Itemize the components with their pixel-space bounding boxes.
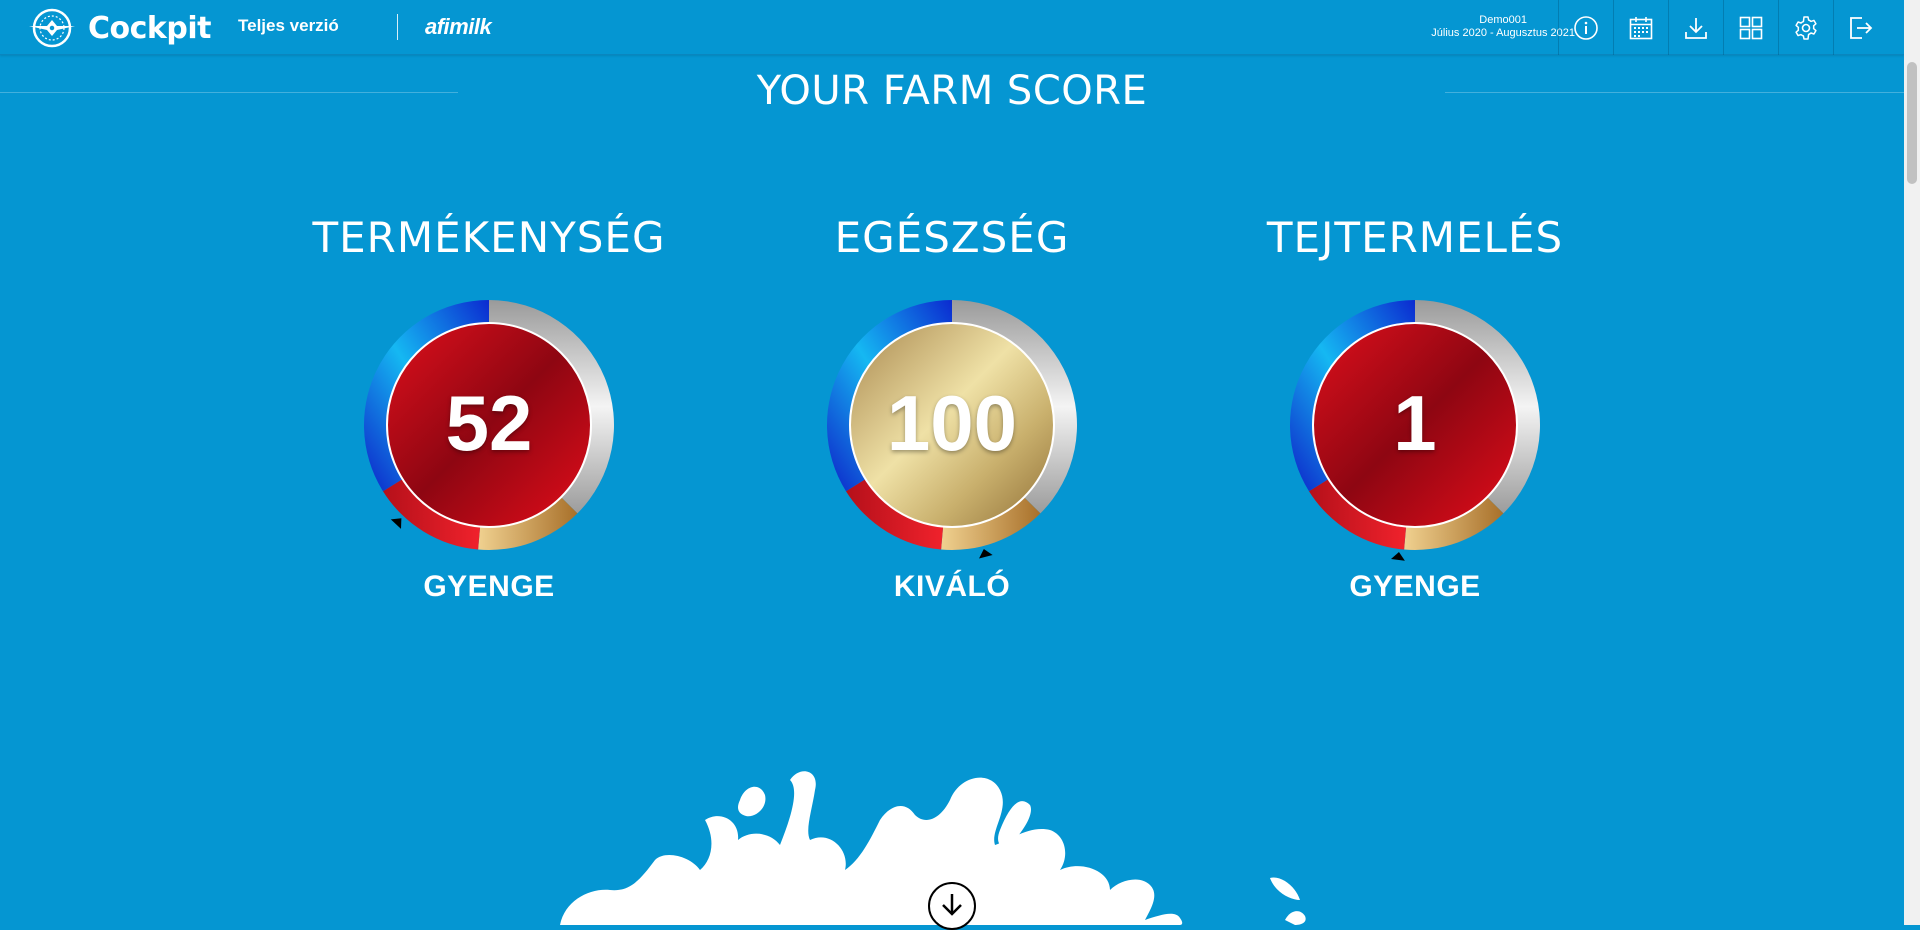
score-marker xyxy=(1391,551,1405,561)
section-title: YOUR FARM SCORE xyxy=(756,68,1148,114)
score-title: EGÉSZSÉG xyxy=(834,213,1070,262)
page-scrollbar[interactable] xyxy=(1904,0,1920,925)
scrollbar-thumb[interactable] xyxy=(1907,62,1917,184)
calendar-icon xyxy=(1629,16,1653,39)
header-divider xyxy=(397,14,398,40)
score-gauge[interactable]: 1 xyxy=(1290,300,1540,561)
score-health: EGÉSZSÉG 100 KIVÁLÓ xyxy=(742,210,1162,604)
top-bar: Cockpit Teljes verzió afimilk Demo001 Jú… xyxy=(0,0,1904,55)
farm-name: Demo001 xyxy=(1479,14,1527,26)
score-marker xyxy=(979,548,993,559)
logout-button[interactable] xyxy=(1833,0,1888,55)
partner-logo: afimilk xyxy=(425,14,492,39)
score-fertility: TERMÉKENYSÉG 52 GYENGE xyxy=(279,210,699,604)
score-value: 1 xyxy=(1393,378,1437,467)
download-icon xyxy=(1685,17,1707,39)
arrow-down-icon xyxy=(942,894,962,916)
info-button[interactable] xyxy=(1558,0,1613,55)
score-rating: GYENGE xyxy=(423,570,555,603)
score-gauge[interactable]: 52 xyxy=(364,300,615,550)
score-rating: KIVÁLÓ xyxy=(893,570,1011,603)
brand-name: Cockpit xyxy=(88,10,211,46)
period-range: Július 2020 - Augusztus 2021 xyxy=(1431,27,1575,39)
grid-icon xyxy=(1739,16,1763,39)
logout-icon xyxy=(1850,16,1873,39)
score-title: TERMÉKENYSÉG xyxy=(312,213,666,262)
score-rating: GYENGE xyxy=(1349,570,1481,603)
dashboard-grid-button[interactable] xyxy=(1723,0,1778,55)
calendar-button[interactable] xyxy=(1613,0,1668,55)
info-icon xyxy=(1574,15,1598,40)
app-logo[interactable]: Cockpit xyxy=(26,6,211,50)
farm-info[interactable]: Demo001 Július 2020 - Augusztus 2021 xyxy=(1431,14,1575,40)
score-milk-production: TEJTERMELÉS 1 GYENGE xyxy=(1205,210,1625,604)
score-title: TEJTERMELÉS xyxy=(1266,213,1564,262)
settings-button[interactable] xyxy=(1778,0,1833,55)
score-value: 100 xyxy=(886,378,1018,467)
score-gauge[interactable]: 100 xyxy=(827,300,1077,559)
version-label: Teljes verzió xyxy=(238,16,339,35)
toolbar xyxy=(1558,0,1888,55)
cockpit-logo-icon xyxy=(26,6,78,50)
score-value: 52 xyxy=(445,378,533,467)
download-button[interactable] xyxy=(1668,0,1723,55)
gear-icon xyxy=(1795,15,1817,40)
scroll-down-button[interactable] xyxy=(928,882,976,930)
